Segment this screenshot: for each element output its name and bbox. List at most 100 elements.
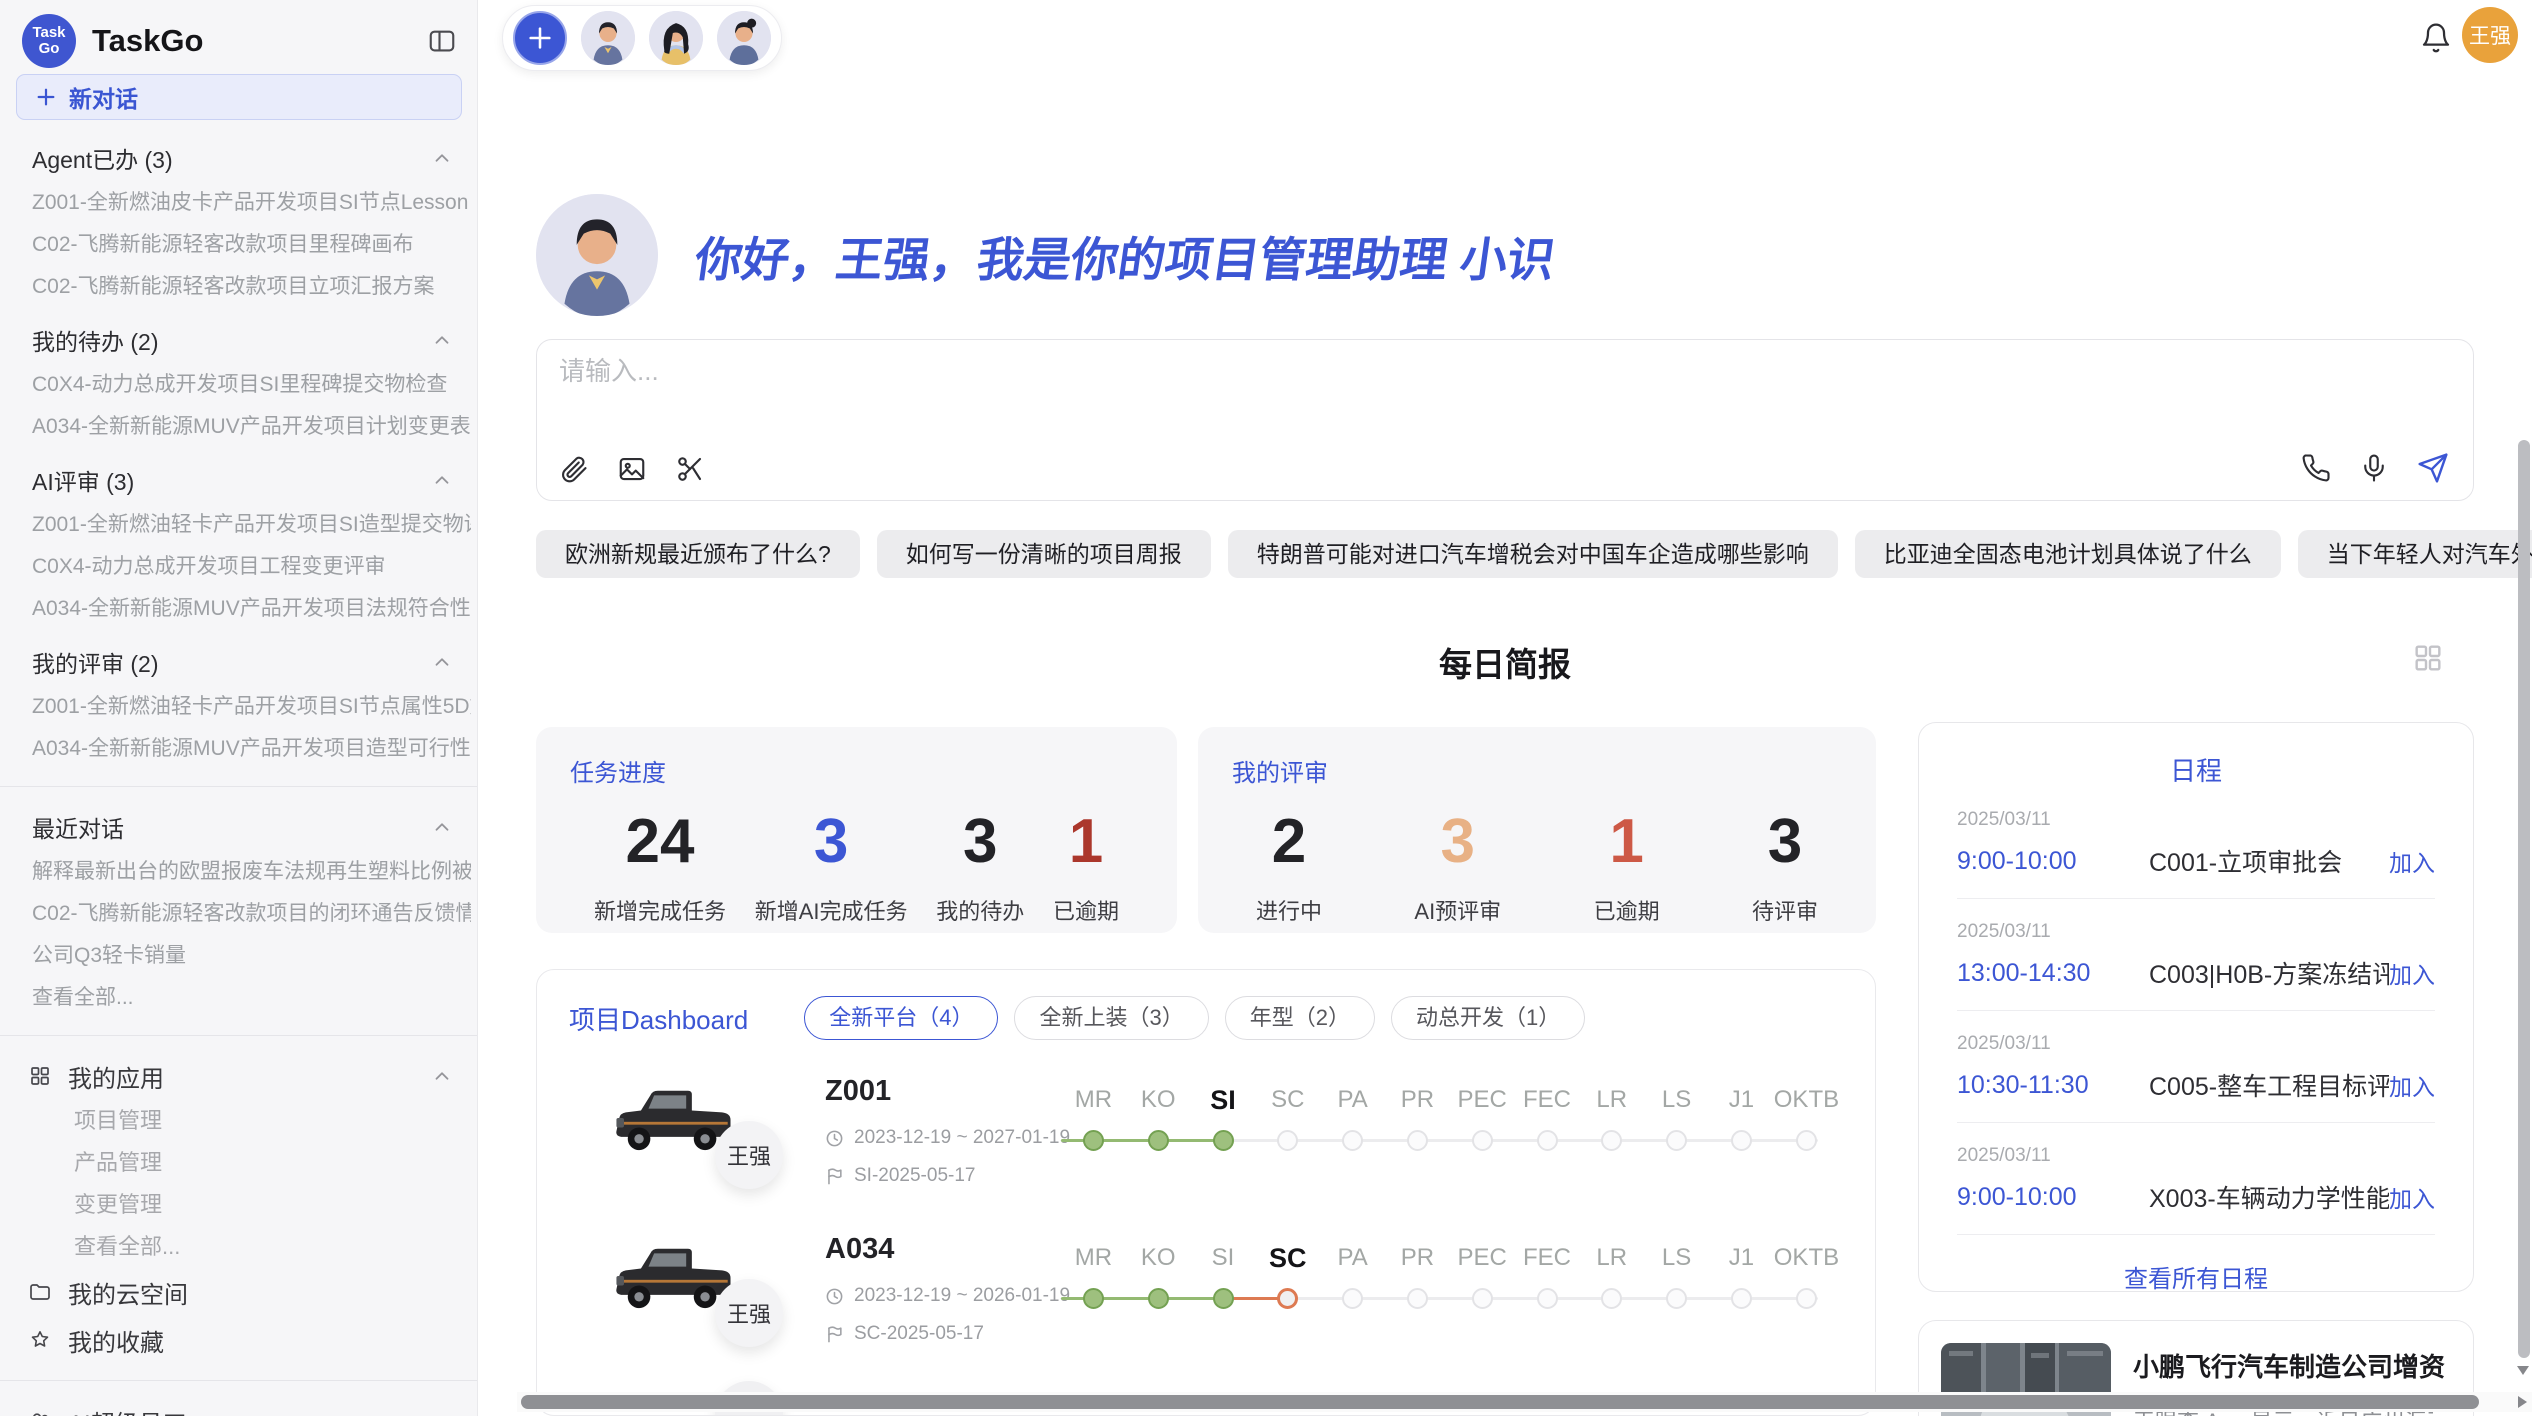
join-meeting-link[interactable]: 加入 bbox=[2389, 1180, 2435, 1214]
milestone-dot[interactable] bbox=[1666, 1130, 1687, 1151]
sidebar-item[interactable]: 解释最新出台的欧盟报废车法规再生塑料比例被调至15%... bbox=[32, 851, 471, 893]
sidebar-item-my-apps[interactable]: 我的应用 bbox=[0, 1052, 477, 1100]
user-avatar[interactable]: 王强 bbox=[2462, 7, 2518, 63]
send-icon[interactable] bbox=[2417, 452, 2449, 484]
scroll-right-arrow-icon[interactable] bbox=[2518, 1396, 2527, 1408]
sidebar-section-label: 我的待办 (2) bbox=[32, 323, 159, 357]
milestone-dot[interactable] bbox=[1213, 1130, 1234, 1151]
milestone-label: SI bbox=[1191, 1239, 1256, 1277]
milestone-dot[interactable] bbox=[1472, 1288, 1493, 1309]
milestone-dot[interactable] bbox=[1796, 1288, 1817, 1309]
milestone-dot[interactable] bbox=[1601, 1130, 1622, 1151]
sidebar-sub-item[interactable]: 变更管理 bbox=[0, 1184, 477, 1226]
dashboard-filter[interactable]: 年型（2） bbox=[1225, 996, 1375, 1040]
suggestion-chip[interactable]: 当下年轻人对汽车外观有怎样的喜好趋势 bbox=[2298, 530, 2532, 578]
agent-avatar[interactable] bbox=[581, 11, 635, 65]
milestone-dot[interactable] bbox=[1277, 1130, 1298, 1151]
sidebar-item[interactable]: C0X4-动力总成开发项目工程变更评审 bbox=[32, 546, 471, 588]
sidebar-item[interactable]: 公司Q3轻卡销量 bbox=[32, 935, 471, 977]
scissors-icon[interactable] bbox=[675, 454, 705, 484]
sidebar-section-header[interactable]: 我的待办 (2) bbox=[32, 316, 453, 364]
milestone-dot[interactable] bbox=[1148, 1288, 1169, 1309]
milestone-dot[interactable] bbox=[1148, 1130, 1169, 1151]
sidebar-section-label: 我的评审 (2) bbox=[32, 645, 159, 679]
milestone-dot[interactable] bbox=[1601, 1288, 1622, 1309]
milestone-dot[interactable] bbox=[1537, 1288, 1558, 1309]
sidebar-section-header[interactable]: Agent已办 (3) bbox=[32, 134, 453, 182]
sidebar-item-users[interactable]: AI超级员工 bbox=[0, 1397, 477, 1416]
milestone-dot[interactable] bbox=[1731, 1130, 1752, 1151]
horizontal-scrollbar-thumb[interactable] bbox=[521, 1395, 2479, 1409]
attach-image-icon[interactable] bbox=[617, 454, 647, 484]
dashboard-filter[interactable]: 动总开发（1） bbox=[1391, 996, 1585, 1040]
milestone-dot[interactable] bbox=[1796, 1130, 1817, 1151]
dashboard-filter[interactable]: 全新平台（4） bbox=[804, 996, 998, 1040]
stat: 2进行中 bbox=[1256, 806, 1322, 926]
sidebar-collapse-icon[interactable] bbox=[427, 26, 457, 56]
sidebar-item[interactable]: A034-全新新能源MUV产品开发项目法规符合性评审 bbox=[32, 588, 471, 630]
dashboard-filter[interactable]: 全新上装（3） bbox=[1014, 996, 1208, 1040]
sidebar-item[interactable]: A034-全新新能源MUV产品开发项目计划变更表编写 bbox=[32, 406, 471, 448]
sidebar-item[interactable]: Z001-全新燃油皮卡产品开发项目SI节点Lesson Learn报告 bbox=[32, 182, 471, 224]
microphone-icon[interactable] bbox=[2359, 453, 2389, 483]
layout-grid-icon[interactable] bbox=[2412, 642, 2444, 674]
chat-input[interactable] bbox=[559, 356, 1959, 387]
sidebar-item[interactable]: C02-飞腾新能源轻客改款项目立项汇报方案 bbox=[32, 266, 471, 308]
attach-file-icon[interactable] bbox=[559, 454, 589, 484]
sidebar-item[interactable]: C02-飞腾新能源轻客改款项目的闭环通告反馈情况 bbox=[32, 893, 471, 935]
milestone-dot[interactable] bbox=[1472, 1130, 1493, 1151]
join-meeting-link[interactable]: 加入 bbox=[2389, 956, 2435, 990]
project-name: Z001 bbox=[825, 1075, 891, 1108]
new-chat-button[interactable]: 新对话 bbox=[16, 74, 462, 120]
milestone-dot[interactable] bbox=[1083, 1288, 1104, 1309]
briefing-stats: 24新增完成任务3新增AI完成任务3我的待办1已逾期 bbox=[570, 806, 1143, 926]
project-flag-text: SC-2025-05-17 bbox=[854, 1323, 984, 1345]
sidebar-sub-item[interactable]: 产品管理 bbox=[0, 1142, 477, 1184]
scroll-down-arrow-icon[interactable] bbox=[2517, 1366, 2529, 1375]
join-meeting-link[interactable]: 加入 bbox=[2389, 1068, 2435, 1102]
sidebar-sub-item[interactable]: 查看全部... bbox=[0, 1226, 477, 1268]
sidebar-item[interactable]: Z001-全新燃油轻卡产品开发项目SI节点属性5D文件评审 bbox=[32, 686, 471, 728]
suggestion-chip[interactable]: 如何写一份清晰的项目周报 bbox=[877, 530, 1211, 578]
suggestion-chip[interactable]: 特朗普可能对进口汽车增税会对中国车企造成哪些影响 bbox=[1228, 530, 1838, 578]
voice-call-icon[interactable] bbox=[2301, 453, 2331, 483]
milestone-dot[interactable] bbox=[1342, 1130, 1363, 1151]
notifications-bell-icon[interactable] bbox=[2420, 22, 2452, 54]
milestone-label: PEC bbox=[1450, 1239, 1515, 1277]
sidebar-section-header[interactable]: 最近对话 bbox=[32, 803, 453, 851]
sidebar-item-label: 我的应用 bbox=[68, 1059, 164, 1094]
sidebar-section-label: Agent已办 (3) bbox=[32, 141, 173, 175]
sidebar-item[interactable]: C0X4-动力总成开发项目SI里程碑提交物检查 bbox=[32, 364, 471, 406]
sidebar-item[interactable]: Z001-全新燃油轻卡产品开发项目SI造型提交物评审 bbox=[32, 504, 471, 546]
sidebar-sub-item[interactable]: 项目管理 bbox=[0, 1100, 477, 1142]
milestone-dot[interactable] bbox=[1277, 1288, 1298, 1309]
join-meeting-link[interactable]: 加入 bbox=[2389, 844, 2435, 878]
stat-value: 2 bbox=[1256, 806, 1322, 878]
schedule-item: 2025/03/1110:30-11:30C005-整车工程目标评审加入 bbox=[1957, 1033, 2435, 1123]
agent-avatar[interactable] bbox=[649, 11, 703, 65]
milestone-dot[interactable] bbox=[1083, 1130, 1104, 1151]
agent-avatar[interactable] bbox=[717, 11, 771, 65]
milestone-dot[interactable] bbox=[1537, 1130, 1558, 1151]
milestone-dot[interactable] bbox=[1731, 1288, 1752, 1309]
milestone-dot[interactable] bbox=[1407, 1130, 1428, 1151]
milestone-dot[interactable] bbox=[1342, 1288, 1363, 1309]
view-all-schedule-link[interactable]: 查看所有日程 bbox=[1957, 1259, 2435, 1294]
sidebar-item[interactable]: 查看全部... bbox=[32, 977, 471, 1019]
sidebar-header: Task Go TaskGo bbox=[0, 0, 477, 68]
suggestion-chip[interactable]: 欧洲新规最近颁布了什么? bbox=[536, 530, 860, 578]
suggestion-chip[interactable]: 比亚迪全固态电池计划具体说了什么 bbox=[1855, 530, 2281, 578]
add-agent-button[interactable] bbox=[513, 11, 567, 65]
sidebar-section-header[interactable]: 我的评审 (2) bbox=[32, 638, 453, 686]
project-dashboard-card: 项目Dashboard 全新平台（4）全新上装（3）年型（2）动总开发（1） 王… bbox=[536, 969, 1876, 1416]
sidebar-section-header[interactable]: AI评审 (3) bbox=[32, 456, 453, 504]
vertical-scrollbar-thumb[interactable] bbox=[2518, 440, 2530, 1358]
schedule-item-date: 2025/03/11 bbox=[1957, 809, 2435, 831]
sidebar-item[interactable]: C02-飞腾新能源轻客改款项目里程碑画布 bbox=[32, 224, 471, 266]
sidebar-item-star[interactable]: 我的收藏 bbox=[0, 1316, 477, 1364]
milestone-dot[interactable] bbox=[1213, 1288, 1234, 1309]
sidebar-item-folder[interactable]: 我的云空间 bbox=[0, 1268, 477, 1316]
sidebar-item[interactable]: A034-全新新能源MUV产品开发项目造型可行性评审 bbox=[32, 728, 471, 770]
milestone-dot[interactable] bbox=[1666, 1288, 1687, 1309]
milestone-dot[interactable] bbox=[1407, 1288, 1428, 1309]
